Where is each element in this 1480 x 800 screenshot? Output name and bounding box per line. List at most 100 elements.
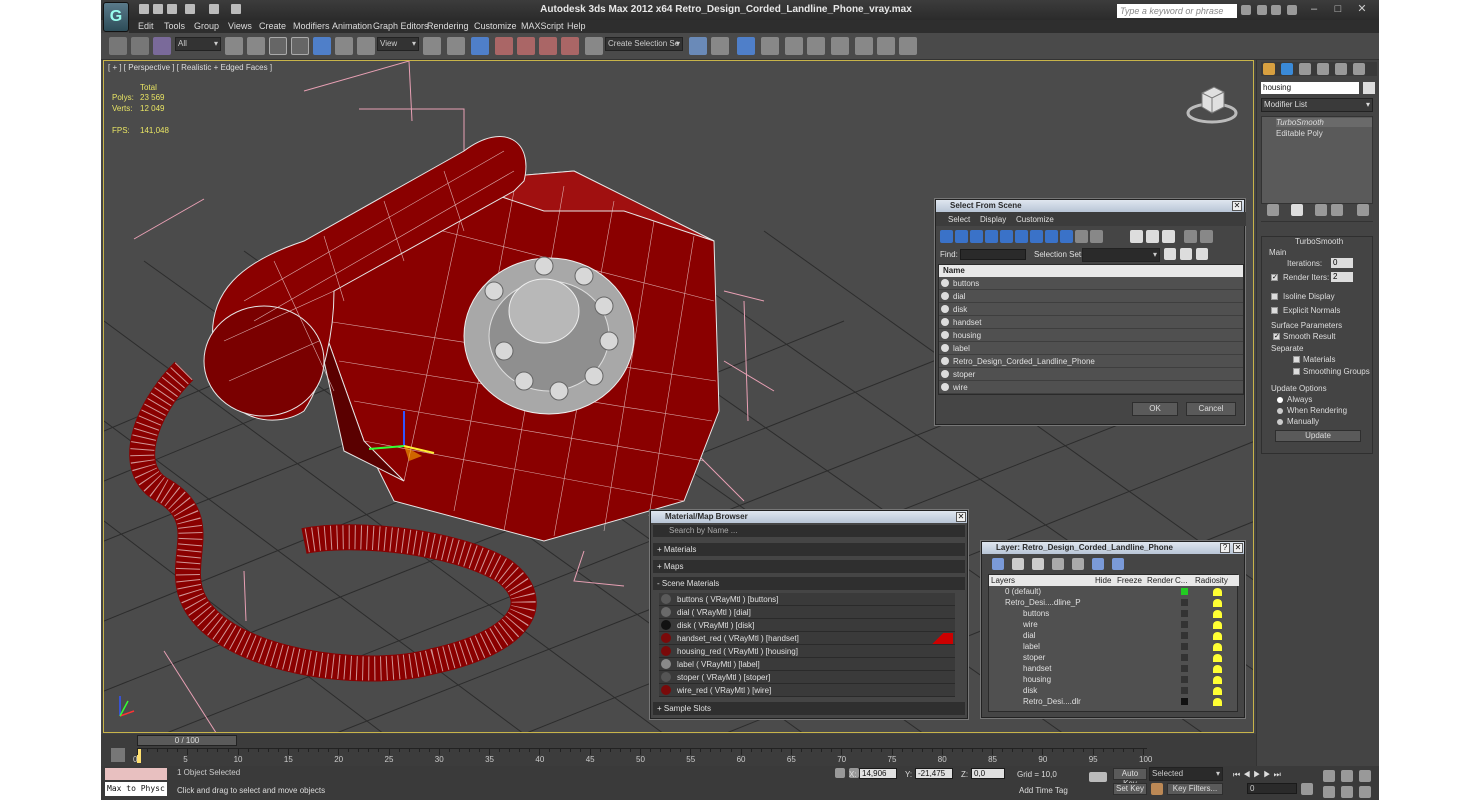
favorites-star-icon[interactable]: [1271, 5, 1281, 15]
maximize-button[interactable]: □: [1329, 2, 1347, 16]
make-unique-icon[interactable]: [1315, 204, 1327, 216]
link-icon[interactable]: [109, 37, 127, 55]
layer-color-swatch[interactable]: [1181, 610, 1188, 617]
col-radiosity[interactable]: Radiosity: [1195, 576, 1228, 585]
layer-manager-title[interactable]: Layer: Retro_Design_Corded_Landline_Phon…: [982, 542, 1244, 554]
menu-create[interactable]: Create: [259, 20, 286, 33]
list-item[interactable]: Retro_Design_Corded_Landline_Phone: [939, 355, 1243, 368]
object-color-swatch[interactable]: [1363, 82, 1375, 94]
list-item[interactable]: label ( VRayMtl ) [label]: [659, 658, 955, 671]
key-filters-button[interactable]: Key Filters...: [1167, 783, 1223, 795]
menu-views[interactable]: Views: [228, 20, 252, 33]
selection-set-dropdown[interactable]: [1082, 248, 1160, 262]
layer-color-swatch[interactable]: [1181, 599, 1188, 606]
layer-color-swatch[interactable]: [1181, 687, 1188, 694]
menu-rendering[interactable]: Rendering: [427, 20, 469, 33]
filter-geometry-icon[interactable]: [940, 230, 953, 243]
table-row[interactable]: handset: [991, 664, 1237, 675]
hierarchy-tab-icon[interactable]: [1299, 63, 1311, 75]
selection-set-remove-icon[interactable]: [1180, 248, 1192, 260]
bind-space-warp-icon[interactable]: [153, 37, 171, 55]
zoom-icon[interactable]: [1323, 770, 1335, 782]
edit-named-selection-icon[interactable]: [585, 37, 603, 55]
table-row[interactable]: disk: [991, 686, 1237, 697]
utilities-tab-icon[interactable]: [1353, 63, 1365, 75]
select-object-icon[interactable]: [225, 37, 243, 55]
app-logo-icon[interactable]: G: [103, 2, 129, 32]
layer-color-swatch[interactable]: [1181, 698, 1188, 705]
cancel-button[interactable]: Cancel: [1186, 402, 1236, 416]
table-row[interactable]: 0 (default): [991, 587, 1237, 598]
project-folder-icon[interactable]: [231, 4, 241, 14]
add-time-tag-button[interactable]: Add Time Tag: [1019, 786, 1068, 795]
list-item[interactable]: wire_red ( VRayMtl ) [wire]: [659, 684, 955, 697]
new-file-icon[interactable]: [139, 4, 149, 14]
list-item[interactable]: handset_red ( VRayMtl ) [handset]: [659, 632, 955, 645]
col-layers[interactable]: Layers: [991, 576, 1015, 585]
layer-close-button[interactable]: ✕: [1233, 543, 1243, 553]
orbit-icon[interactable]: [1359, 786, 1371, 798]
show-end-result-icon[interactable]: [1291, 204, 1303, 216]
isoline-display-checkbox[interactable]: [1271, 293, 1278, 300]
selection-lock-icon[interactable]: [835, 768, 845, 778]
list-item[interactable]: stoper ( VRayMtl ) [stoper]: [659, 671, 955, 684]
sfs-menu-customize[interactable]: Customize: [1016, 215, 1054, 224]
object-name-field[interactable]: housing: [1261, 82, 1359, 94]
filter-shapes-icon[interactable]: [955, 230, 968, 243]
keyword-search-input[interactable]: Type a keyword or phrase: [1117, 4, 1237, 18]
filter-frozen-icon[interactable]: [1090, 230, 1103, 243]
display-tab-icon[interactable]: [1335, 63, 1347, 75]
render-setup-icon[interactable]: [855, 37, 873, 55]
layer-color-swatch[interactable]: [1181, 665, 1188, 672]
select-none-icon[interactable]: [1146, 230, 1159, 243]
table-row[interactable]: label: [991, 642, 1237, 653]
menu-tools[interactable]: Tools: [164, 20, 185, 33]
list-item[interactable]: stoper: [939, 368, 1243, 381]
radiosity-teapot-icon[interactable]: [1213, 687, 1222, 695]
select-from-scene-close-button[interactable]: ✕: [1232, 201, 1242, 211]
layer-color-swatch[interactable]: [1181, 676, 1188, 683]
highlight-selected-icon[interactable]: [1072, 558, 1084, 570]
select-manipulate-icon[interactable]: [447, 37, 465, 55]
layer-manager-icon[interactable]: [737, 37, 755, 55]
redo-icon[interactable]: [209, 4, 219, 14]
materials-group[interactable]: + Materials: [653, 543, 965, 556]
timeline-track[interactable]: 0 5 10 15 20 25 30 35 40 45 50 55 60 65 70 75 80 85 90 95 10…: [133, 748, 1152, 766]
sfs-menu-display[interactable]: Display: [980, 215, 1006, 224]
update-always-radio[interactable]: [1277, 397, 1283, 403]
material-search-input[interactable]: Search by Name ...: [669, 526, 737, 535]
filter-funnel-icon[interactable]: [1184, 230, 1197, 243]
undo-icon[interactable]: [185, 4, 195, 14]
radiosity-teapot-icon[interactable]: [1213, 588, 1222, 596]
iterations-spinner[interactable]: 0: [1331, 258, 1353, 268]
material-browser-title[interactable]: Material/Map Browser: [651, 511, 967, 523]
select-highlighted-icon[interactable]: [1052, 558, 1064, 570]
render-production-icon[interactable]: [899, 37, 917, 55]
auto-key-button[interactable]: Auto Key: [1113, 768, 1147, 788]
window-crossing-icon[interactable]: [291, 37, 309, 55]
motion-tab-icon[interactable]: [1317, 63, 1329, 75]
radiosity-teapot-icon[interactable]: [1213, 632, 1222, 640]
layer-color-swatch[interactable]: [1181, 632, 1188, 639]
filter-cameras-icon[interactable]: [985, 230, 998, 243]
menu-animation[interactable]: Animation: [332, 20, 372, 33]
update-button[interactable]: Update: [1275, 430, 1361, 442]
spinner-snap-icon[interactable]: [561, 37, 579, 55]
layer-color-swatch[interactable]: [1181, 654, 1188, 661]
list-item[interactable]: buttons: [939, 277, 1243, 290]
col-color[interactable]: C...: [1175, 576, 1187, 585]
layer-color-swatch[interactable]: [1181, 588, 1188, 595]
menu-maxscript[interactable]: MAXScript: [521, 20, 564, 33]
viewport-label-menu[interactable]: [ + ] [ Perspective ] [ Realistic + Edge…: [108, 63, 272, 72]
layer-help-button[interactable]: ?: [1220, 543, 1230, 553]
radiosity-teapot-icon[interactable]: [1213, 676, 1222, 684]
select-and-move-icon[interactable]: [313, 37, 331, 55]
select-all-icon[interactable]: [1130, 230, 1143, 243]
filter-xrefs-icon[interactable]: [1045, 230, 1058, 243]
list-item[interactable]: housing_red ( VRayMtl ) [housing]: [659, 645, 955, 658]
list-item[interactable]: dial: [939, 290, 1243, 303]
minimize-button[interactable]: –: [1305, 2, 1323, 16]
create-tab-icon[interactable]: [1263, 63, 1275, 75]
material-editor-icon[interactable]: [831, 37, 849, 55]
time-slider[interactable]: 0 / 100: [137, 735, 237, 746]
